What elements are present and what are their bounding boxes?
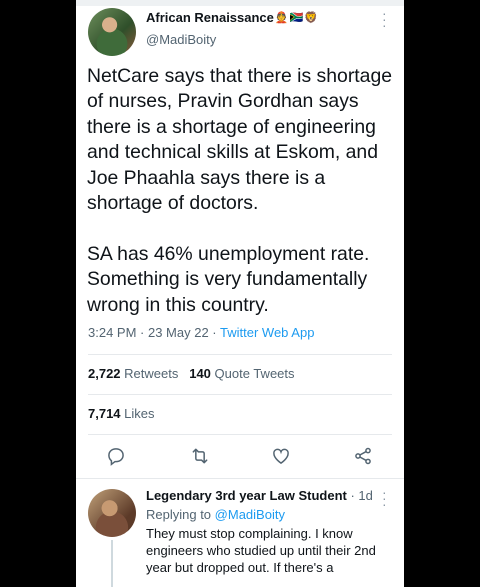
author-avatar[interactable] — [88, 8, 136, 56]
top-strip — [76, 0, 404, 6]
divider — [88, 434, 392, 435]
divider — [88, 394, 392, 395]
reply-more-options-icon[interactable]: · · · — [382, 485, 387, 511]
like-icon[interactable] — [269, 444, 293, 468]
engagement-stats: 2,722 Retweets 140 Quote Tweets — [88, 366, 295, 381]
author-name[interactable]: African Renaissance👲🇿🇦🦁 — [146, 10, 318, 25]
reply-icon[interactable] — [104, 444, 128, 468]
likes-stat[interactable]: 7,714 Likes — [88, 406, 155, 421]
divider — [88, 354, 392, 355]
reply-author-name[interactable]: Legendary 3rd year Law Student — [146, 488, 347, 503]
tweet-source-app[interactable]: Twitter Web App — [220, 325, 314, 340]
retweet-icon[interactable] — [188, 444, 212, 468]
reply-text: They must stop complaining. I know engin… — [146, 526, 376, 575]
tweet-text: NetCare says that there is shortage of n… — [87, 65, 393, 316]
replying-to-handle[interactable]: @MadiBoity — [215, 507, 285, 522]
retweets-stat[interactable]: 2,722 Retweets — [88, 366, 178, 381]
author-emoji-2: 🇿🇦 — [289, 12, 304, 24]
author-emoji-1: 👲 — [274, 12, 289, 24]
tweet-date[interactable]: 23 May 22 — [148, 325, 209, 340]
thread-line — [111, 540, 113, 587]
author-handle[interactable]: @MadiBoity — [146, 32, 216, 47]
divider — [76, 478, 404, 479]
tweet-metadata: 3:24 PM · 23 May 22 · Twitter Web App — [88, 325, 315, 340]
replying-to: Replying to @MadiBoity — [146, 507, 285, 522]
reply-header: Legendary 3rd year Law Student · 1d — [146, 488, 373, 503]
author-emoji-3: 🦁 — [304, 12, 319, 24]
tweet-time[interactable]: 3:24 PM — [88, 325, 136, 340]
share-icon[interactable] — [351, 444, 375, 468]
action-bar — [76, 444, 404, 470]
reply-time[interactable]: 1d — [358, 488, 372, 503]
tweet-detail-panel: African Renaissance👲🇿🇦🦁 @MadiBoity · · · N… — [76, 0, 404, 587]
quote-tweets-stat[interactable]: 140 Quote Tweets — [189, 366, 294, 381]
more-options-icon[interactable]: · · · — [382, 6, 387, 32]
reply-author-avatar[interactable] — [88, 489, 136, 537]
